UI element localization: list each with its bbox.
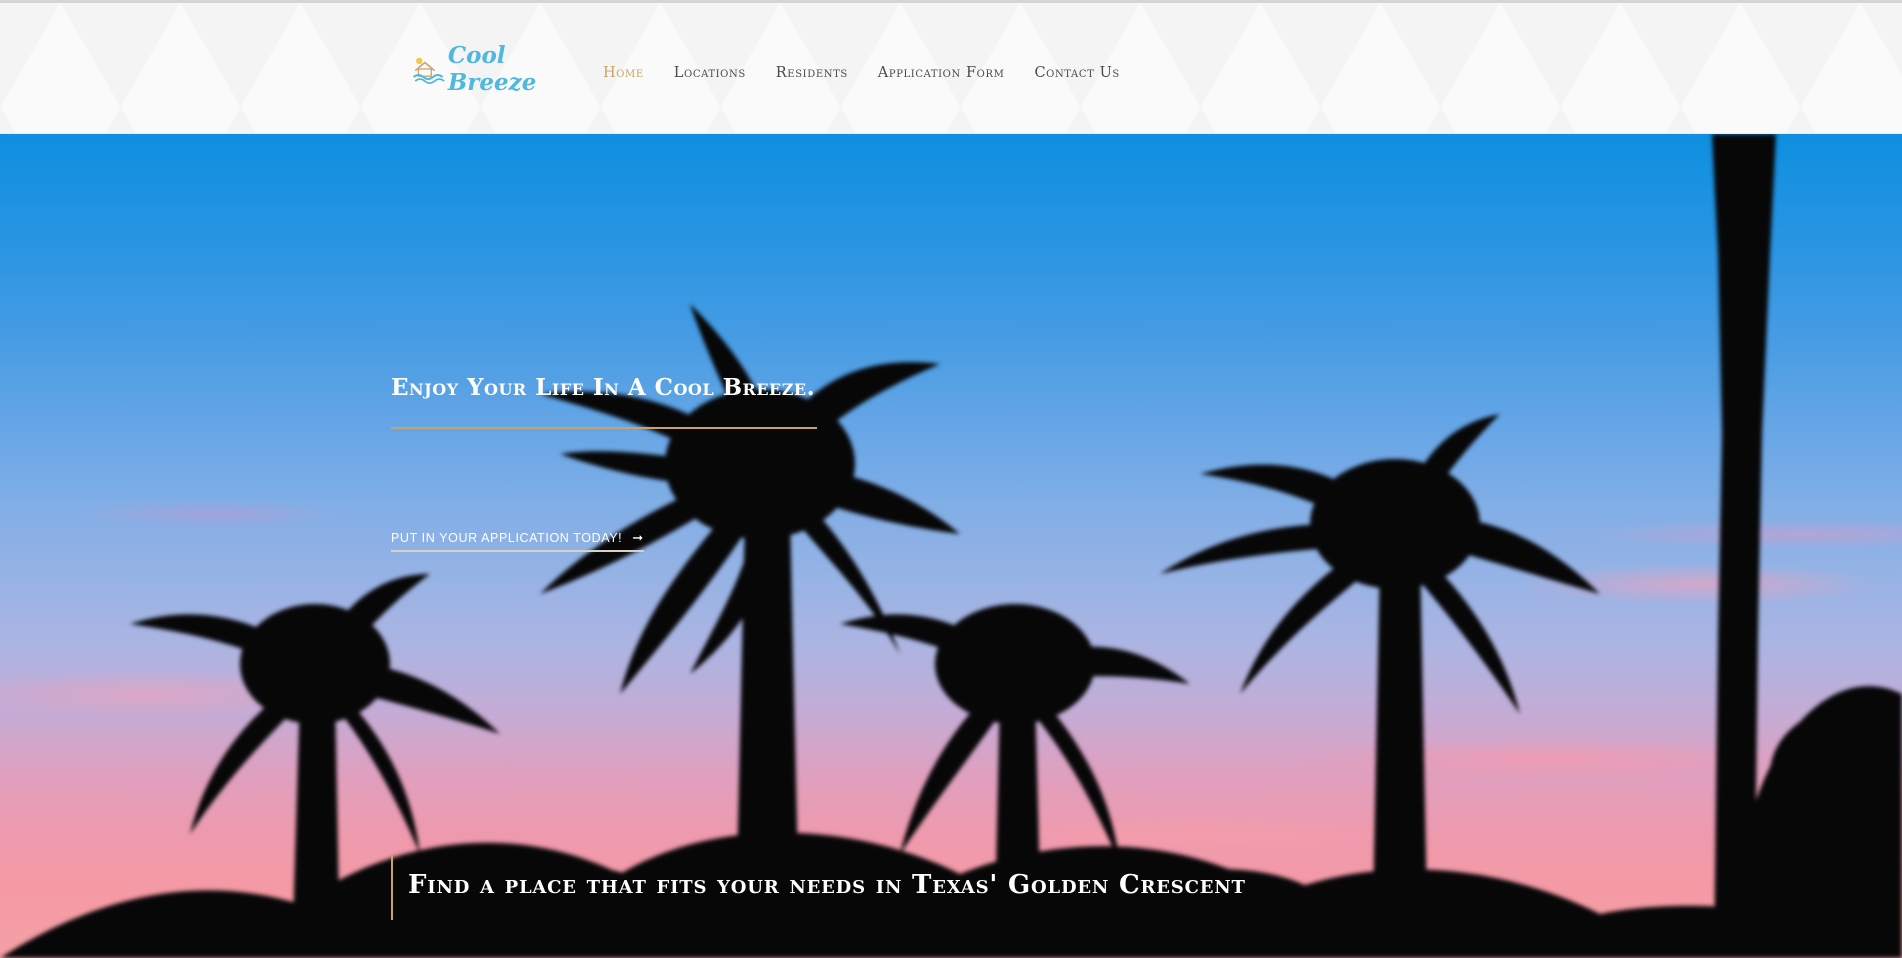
tagline-accent-bar — [391, 854, 393, 920]
palm-trees-sunset-image — [0, 134, 1902, 958]
nav-item-locations[interactable]: Locations — [674, 65, 746, 81]
arrow-right-icon: ➞ — [632, 530, 644, 545]
nav-item-residents[interactable]: Residents — [776, 65, 848, 81]
brand-name: Cool Breeze — [447, 42, 537, 96]
apply-today-link[interactable]: PUT IN YOUR APPLICATION TODAY! ➞ — [391, 530, 644, 552]
hero-tagline: Find a place that fits your needs in Tex… — [408, 870, 1246, 900]
house-waves-logo-icon — [412, 57, 445, 84]
apply-today-label: PUT IN YOUR APPLICATION TODAY! — [391, 531, 623, 545]
hero-section: Enjoy Your Life In A Cool Breeze. PUT IN… — [0, 134, 1902, 958]
brand-logo[interactable]: Cool Breeze — [412, 42, 572, 96]
site-header: Cool Breeze Home Locations Residents App… — [0, 3, 1902, 134]
hero-title: Enjoy Your Life In A Cool Breeze. — [391, 374, 816, 401]
nav-item-contact-us[interactable]: Contact Us — [1034, 65, 1119, 81]
nav-item-home[interactable]: Home — [603, 65, 644, 81]
main-nav: Home Locations Residents Application For… — [603, 58, 1150, 88]
hero-title-underline — [391, 427, 817, 429]
nav-item-application-form[interactable]: Application Form — [878, 65, 1005, 81]
